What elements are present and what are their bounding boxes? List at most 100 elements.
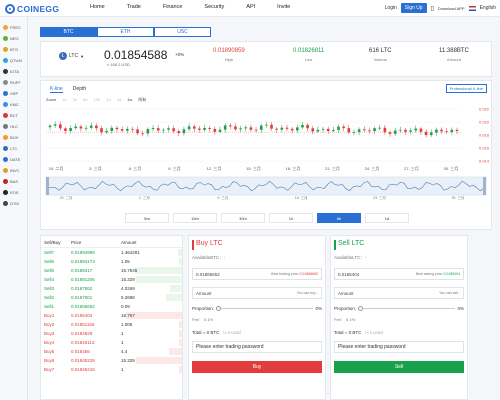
sell-price-value: 0.0185404: [338, 271, 360, 277]
candle-body: [311, 128, 315, 132]
coin-selector[interactable]: Ł LTC ▼: [59, 52, 84, 60]
y-tick-label: 0.022: [479, 107, 490, 112]
nav-home[interactable]: Home: [90, 4, 105, 10]
nav-finance[interactable]: Finance: [163, 4, 183, 10]
tab-eth[interactable]: ETH: [97, 27, 154, 37]
period-5m[interactable]: 5m: [125, 213, 169, 223]
buy-order-row[interactable]: Buy2 0.01851155 1.005: [41, 320, 182, 329]
order-side: Buy3: [44, 331, 55, 336]
sell-order-row[interactable]: Sell1 0.01866652 0.09: [41, 302, 182, 311]
sidebar-item-ruff[interactable]: RUFF: [0, 77, 27, 88]
sell-password-input[interactable]: Please enter trading password: [334, 341, 464, 353]
buy-price-input[interactable]: 0.01866652 Best trading price 0.01866652: [192, 268, 322, 280]
buy-form-title: Buy LTC: [192, 240, 325, 250]
sell-order-row[interactable]: Sell3 0.0187862 4.0269: [41, 284, 182, 293]
sidebar-item-label: INVC: [10, 168, 20, 173]
sidebar-item-eos[interactable]: EOS: [0, 187, 27, 198]
sidebar-item-label: LTC: [10, 146, 18, 151]
buy-proportion-slider[interactable]: [216, 306, 314, 311]
sell-order-row[interactable]: Sell7 0.01894999 1.464291: [41, 248, 182, 257]
sidebar-item-xrp[interactable]: XRP: [0, 88, 27, 99]
order-amount: 4.4: [121, 349, 128, 354]
slider-knob[interactable]: [216, 306, 222, 311]
sidebar-item-bct[interactable]: BCT: [0, 110, 27, 121]
candle-body: [440, 129, 443, 132]
logo[interactable]: COINEGG: [5, 3, 59, 14]
download-app-link[interactable]: Download APP: [438, 6, 465, 11]
period-1h[interactable]: 1h: [269, 213, 313, 223]
sidebar-item-bch[interactable]: BCH: [0, 132, 27, 143]
volume-stat: 616 LTC Volume: [369, 48, 392, 62]
sidebar-item-neo[interactable]: NEO: [0, 33, 27, 44]
period-30m[interactable]: 30m: [221, 213, 265, 223]
x-tick-label: 3. 三月: [89, 166, 101, 171]
nav-invite[interactable]: Invite: [277, 4, 290, 10]
buy-button[interactable]: Buy: [192, 361, 322, 373]
tab-usc[interactable]: USC: [154, 27, 211, 37]
price-change: +0%: [175, 52, 185, 57]
sidebar-item-btg[interactable]: BTG: [0, 44, 27, 55]
buy-order-row[interactable]: Buy6 0.01845228 15.329: [41, 356, 182, 365]
sidebar-item-iota[interactable]: IOTA: [0, 66, 27, 77]
tab-kline[interactable]: K-line: [50, 86, 63, 93]
candle-body: [192, 126, 196, 129]
nav-trade[interactable]: Trade: [127, 4, 141, 10]
buy-order-row[interactable]: Buy7 0.01845216 1: [41, 365, 182, 374]
ltc-icon: Ł: [59, 52, 67, 60]
sell-order-row[interactable]: Sell6 0.01894173 1.05: [41, 257, 182, 266]
buy-order-row[interactable]: Buy3 0.0184929 1: [41, 329, 182, 338]
sell-price-input[interactable]: 0.0185404 Best asking price 0.0185404: [334, 268, 464, 280]
sell-proportion-slider[interactable]: [358, 306, 456, 311]
nav-api[interactable]: API: [246, 4, 255, 10]
sell-order-row[interactable]: Sell4 0.01891206 15.329: [41, 275, 182, 284]
tab-depth[interactable]: Depth: [73, 86, 86, 93]
sell-button[interactable]: Sell: [334, 361, 464, 373]
volume-label: Volume: [373, 57, 387, 62]
professional-kline-button[interactable]: Professional K-line: [445, 84, 487, 93]
coin-icon: [3, 102, 8, 107]
depth-bar: [166, 294, 182, 301]
sidebar-item-hlc[interactable]: HLC: [0, 121, 27, 132]
signup-button[interactable]: Sign Up: [400, 3, 427, 13]
buy-order-row[interactable]: Buy1 0.0185404 18.767: [41, 311, 182, 320]
nav-security[interactable]: Security: [204, 4, 224, 10]
slider-knob[interactable]: [358, 306, 364, 311]
candle-body: [125, 128, 129, 131]
sidebar-item-frec[interactable]: FREC: [0, 22, 27, 33]
depth-bar: [169, 285, 182, 292]
candle-body: [285, 127, 289, 129]
sidebar-item-label: BCH: [10, 135, 19, 140]
sidebar-item-dtm[interactable]: DTM: [0, 198, 27, 209]
sell-amount-input[interactable]: Amount You can sell -: [334, 287, 464, 299]
candle-body: [234, 126, 237, 130]
sidebar-item-qtum[interactable]: QTUM: [0, 55, 27, 66]
candle-body: [141, 133, 145, 135]
high-stat: 0.01890859 High: [213, 48, 245, 62]
language-select[interactable]: English: [480, 5, 496, 11]
buy-order-row[interactable]: Buy4 0.01846113 1: [41, 338, 182, 347]
navigator-area: [45, 176, 487, 196]
sidebar-item-bas[interactable]: BAS: [0, 176, 27, 187]
sidebar-item-kmc[interactable]: KMC: [0, 99, 27, 110]
sell-total: Total = 0 BTC （≈ 0 USD）: [334, 330, 386, 335]
period-8h[interactable]: 8h: [317, 213, 361, 223]
sidebar-item-invc[interactable]: INVC: [0, 165, 27, 176]
sell-best-price: Best asking price 0.0185404: [415, 272, 460, 276]
sell-order-row[interactable]: Sell5 0.0189417 15.7545: [41, 266, 182, 275]
buy-amount-input[interactable]: Amount You can buy -: [192, 287, 322, 299]
period-1d[interactable]: 1d: [365, 213, 409, 223]
chart-panel: K-line Depth Professional K-line Zoom 1h…: [40, 80, 492, 230]
tab-btc[interactable]: BTC: [40, 27, 97, 37]
buy-password-input[interactable]: Please enter trading password: [192, 341, 322, 353]
order-side: Sell6: [44, 259, 55, 264]
sidebar-item-label: XRP: [10, 91, 19, 96]
candle-body: [110, 127, 114, 131]
candle-body: [182, 129, 186, 134]
sidebar-item-ltc[interactable]: LTC: [0, 143, 27, 154]
sidebar-item-date[interactable]: DATE: [0, 154, 27, 165]
period-15m[interactable]: 15m: [173, 213, 217, 223]
login-link[interactable]: Login: [385, 5, 397, 11]
buy-order-row[interactable]: Buy5 0.018456 4.4: [41, 347, 182, 356]
kline-chart[interactable]: 0.022 0.020 0.018 0.016 0.014 24. 二月 3. 三月 6. 三…: [41, 103, 493, 211]
sell-order-row[interactable]: Sell2 0.0187601 5.2688: [41, 293, 182, 302]
